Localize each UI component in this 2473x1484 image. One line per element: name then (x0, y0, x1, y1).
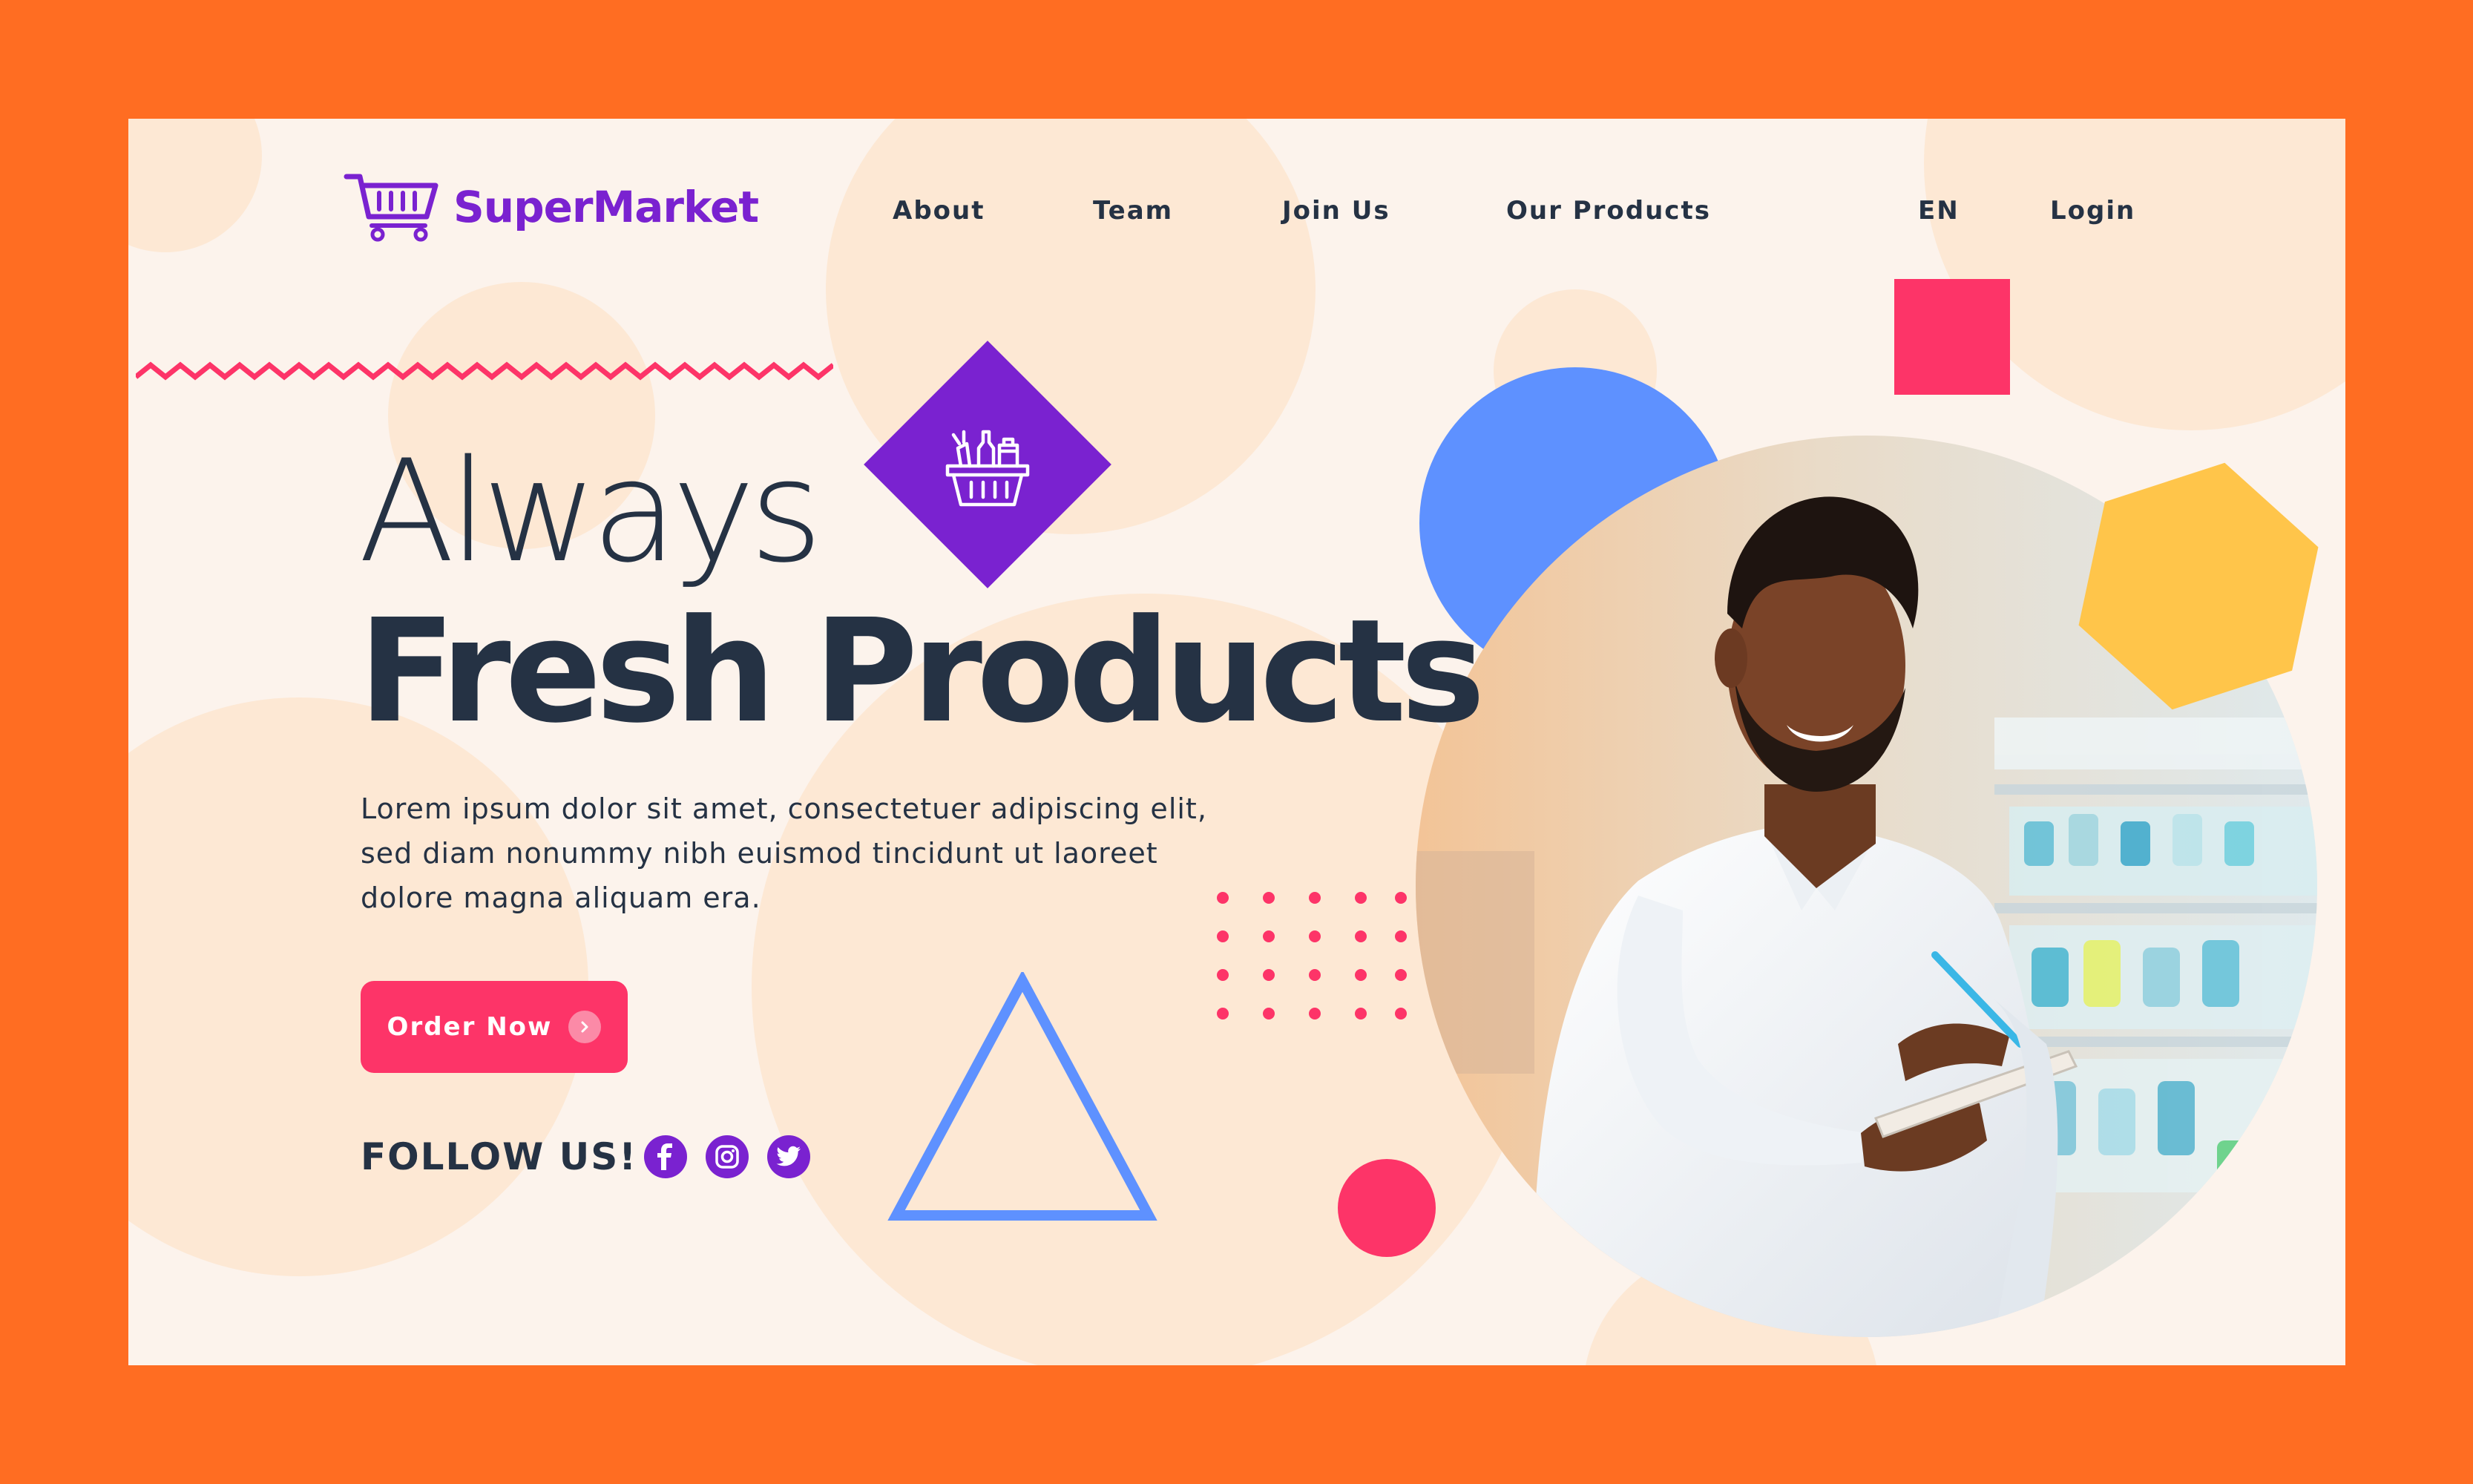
shopping-cart-icon (344, 174, 439, 242)
grocery-badge (863, 340, 1112, 589)
login-link[interactable]: Login (2050, 196, 2135, 226)
chevron-right-icon (568, 1011, 602, 1043)
nav-item-join-us[interactable]: Join Us (1282, 196, 1390, 226)
dot-grid-decoration (1217, 892, 1407, 1020)
nav-item-about[interactable]: About (893, 196, 985, 226)
order-now-label: Order Now (387, 1012, 553, 1042)
headline-bold: Fresh Products (358, 589, 1485, 755)
yellow-hexagon-decoration (2078, 462, 2319, 710)
order-now-button[interactable]: Order Now (361, 981, 628, 1073)
instagram-icon[interactable] (706, 1135, 749, 1178)
language-selector[interactable]: EN (1918, 196, 1960, 226)
pink-square-decoration (1894, 279, 2010, 395)
landing-page: SuperMarket About Team Join Us Our Produ… (128, 119, 2345, 1365)
facebook-icon[interactable] (644, 1135, 687, 1178)
headline-light: Always (358, 430, 823, 594)
blue-triangle-decoration (887, 972, 1157, 1221)
brand-logo[interactable]: SuperMarket (344, 172, 759, 242)
twitter-icon[interactable] (767, 1135, 810, 1178)
grocery-basket-icon (945, 430, 1030, 507)
zigzag-decoration (136, 361, 833, 381)
nav-item-team[interactable]: Team (1093, 196, 1173, 226)
hero-description: Lorem ipsum dolor sit amet, consectetuer… (361, 792, 1207, 914)
pink-circle-decoration (1338, 1159, 1436, 1257)
brand-name: SuperMarket (453, 182, 759, 232)
background-blob (128, 119, 262, 252)
follow-us-label: FOLLOW US! (361, 1135, 638, 1178)
nav-item-our-products[interactable]: Our Products (1506, 196, 1711, 226)
